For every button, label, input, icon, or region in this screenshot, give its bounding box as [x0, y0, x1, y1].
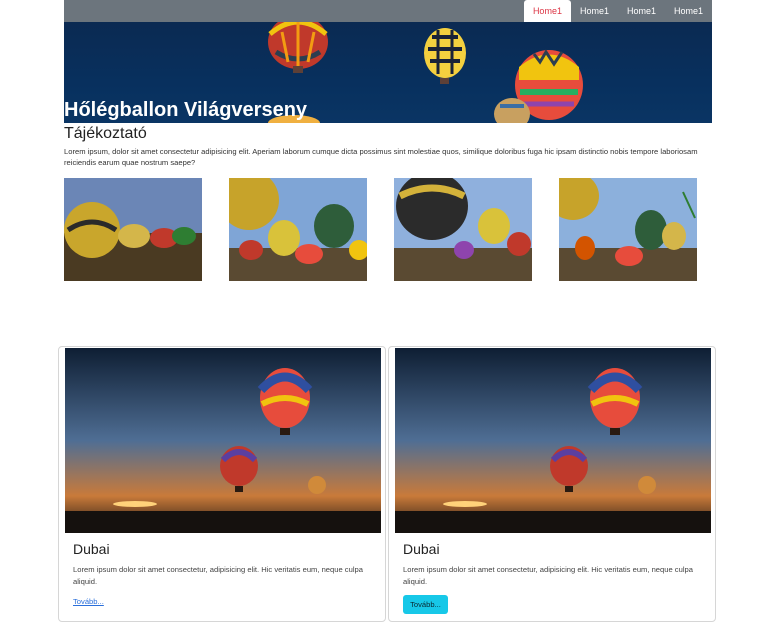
destination-card-1: Dubai Lorem ipsum dolor sit amet consect… [58, 346, 386, 622]
nav-item-home-4[interactable]: Home1 [665, 0, 712, 22]
card-image [65, 348, 381, 533]
card-image [395, 348, 711, 533]
gallery-thumbnail-2[interactable] [229, 178, 367, 281]
card-description: Lorem ipsum dolor sit amet consectetur, … [403, 565, 693, 586]
top-navbar: Home1 Home1 Home1 Home1 [64, 0, 712, 22]
card-title: Dubai [73, 541, 110, 557]
card-title: Dubai [403, 541, 440, 557]
gallery-thumbnail-4[interactable] [559, 178, 697, 281]
gallery-thumbnail-1[interactable] [64, 178, 202, 281]
section-heading: Tájékoztató [64, 125, 147, 142]
nav-item-home-2[interactable]: Home1 [571, 0, 618, 22]
nav-item-home-1[interactable]: Home1 [523, 0, 571, 22]
nav-items: Home1 Home1 Home1 Home1 [523, 0, 712, 22]
hero-banner: Hőlégballon Világverseny [64, 22, 712, 123]
destination-card-2: Dubai Lorem ipsum dolor sit amet consect… [388, 346, 716, 622]
card-description: Lorem ipsum dolor sit amet consectetur, … [73, 565, 363, 586]
card-more-button[interactable]: Tovább... [403, 595, 448, 614]
nav-item-home-3[interactable]: Home1 [618, 0, 665, 22]
hero-title: Hőlégballon Világverseny [64, 99, 308, 121]
gallery-thumbnail-3[interactable] [394, 178, 532, 281]
card-more-link[interactable]: Tovább... [73, 597, 104, 606]
section-description: Lorem ipsum, dolor sit amet consectetur … [64, 147, 698, 167]
